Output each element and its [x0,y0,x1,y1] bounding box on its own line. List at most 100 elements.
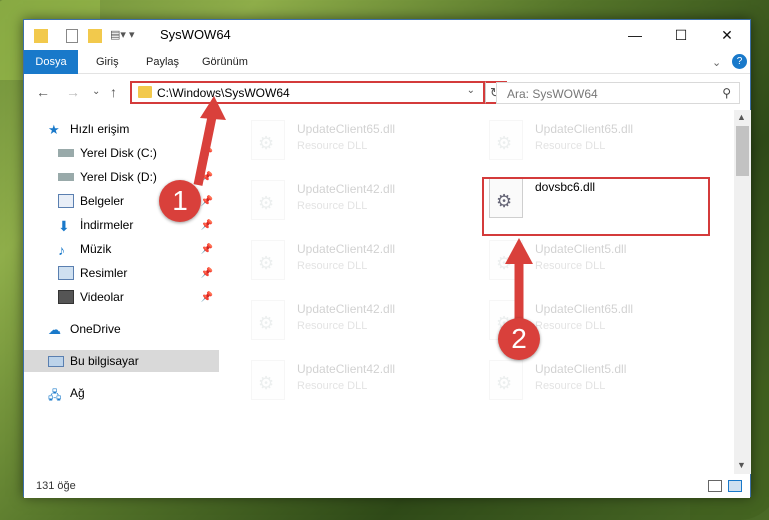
search-input[interactable]: Ara: SysWOW64 ⚲ [496,82,740,104]
scrollbar-thumb[interactable] [736,126,749,176]
nav-item-muzik[interactable]: ♪ Müzik 📌 [24,238,219,260]
title-bar: ▤▾ ▾ SysWOW64 — ☐ ✕ [24,20,750,50]
vertical-scrollbar[interactable]: ▲ ▼ [734,110,751,474]
tab-paylas[interactable]: Paylaş [146,53,179,71]
tab-dosya[interactable]: Dosya [24,50,78,74]
dll-file-icon: ⚙ [251,180,285,220]
dll-file-icon: ⚙ [489,240,523,280]
dll-file-icon: ⚙ [251,120,285,160]
nav-item-videolar[interactable]: Videolar 📌 [24,286,219,308]
file-name: UpdateClient5.dll [535,242,627,256]
ribbon: Dosya Giriş Paylaş Görünüm ⌄ ? [24,50,750,74]
videos-icon [58,290,74,304]
dll-file-icon: ⚙ [251,240,285,280]
minimize-button[interactable]: — [612,20,658,50]
window-title: SysWOW64 [160,27,231,42]
address-row: ← → ⌄ ↑ C:\Windows\SysWOW64 ⌄ ↻ Ara: Sys… [24,74,750,110]
nav-item-onedrive[interactable]: ☁ OneDrive [24,318,219,340]
tab-giris[interactable]: Giriş [96,53,119,71]
nav-item-label: Yerel Disk (C:) [80,146,157,160]
file-type: Resource DLL [535,320,606,332]
nav-item-label: OneDrive [70,322,121,336]
file-list: ⚙ UpdateClient65.dll Resource DLL ⚙ Upda… [229,110,734,474]
nav-item-label: Resimler [80,266,128,280]
disk-icon [58,149,74,157]
navigation-pane: ★ Hızlı erişim Yerel Disk (C:) 📌 Yerel D… [24,110,219,474]
customize-toolbar-icon[interactable]: ▤▾ ▾ [110,28,135,44]
star-icon: ★ [48,122,60,137]
properties-icon[interactable] [66,29,78,43]
pin-icon: 📌 [200,291,213,303]
nav-item-label: Yerel Disk (D:) [80,170,157,184]
back-icon[interactable]: ← [36,84,50,100]
recent-locations-icon[interactable]: ⌄ [92,86,100,97]
nav-item-bu-bilgisayar[interactable]: Bu bilgisayar [24,350,219,372]
maximize-button[interactable]: ☐ [658,20,704,50]
file-name: UpdateClient42.dll [297,242,396,256]
file-name: UpdateClient5.dll [535,362,627,376]
pin-icon: 📌 [200,267,213,279]
list-item[interactable]: ⚙ UpdateClient42.dll Resource DLL [241,236,461,286]
list-item[interactable]: ⚙ UpdateClient65.dll Resource DLL [479,116,699,166]
pin-icon: 📌 [200,243,213,255]
file-name: UpdateClient42.dll [297,362,396,376]
item-count: 131 öğe [36,480,76,492]
address-bar[interactable]: C:\Windows\SysWOW64 ⌄ [130,81,485,104]
expand-ribbon-icon[interactable]: ⌄ [712,53,721,72]
tab-gorunum[interactable]: Görünüm [202,53,248,71]
network-icon: 🖧 [48,388,62,402]
nav-item-yerel-disk-c[interactable]: Yerel Disk (C:) 📌 [24,142,219,164]
file-type: Resource DLL [297,380,368,392]
list-item[interactable]: ⚙ UpdateClient42.dll Resource DLL [241,296,461,346]
scroll-up-icon[interactable]: ▲ [737,112,746,122]
new-folder-icon[interactable] [88,29,102,43]
cloud-icon: ☁ [48,322,61,337]
file-name: UpdateClient42.dll [297,302,396,316]
list-item[interactable]: ⚙ UpdateClient42.dll Resource DLL [241,356,461,406]
file-type: Resource DLL [535,260,606,272]
nav-item-label: Belgeler [80,194,125,208]
pin-icon: 📌 [200,195,213,207]
scroll-down-icon[interactable]: ▼ [737,460,746,470]
up-icon[interactable]: ↑ [110,84,117,100]
explorer-window: ▤▾ ▾ SysWOW64 — ☐ ✕ Dosya Giriş Paylaş G… [23,19,751,498]
file-type: Resource DLL [297,320,368,332]
nav-item-label: Ağ [70,386,85,400]
file-type: Resource DLL [297,200,368,212]
computer-icon [48,355,64,367]
dll-file-icon: ⚙ [489,120,523,160]
nav-item-label: Videolar [80,290,124,304]
nav-item-label: Bu bilgisayar [70,354,139,368]
search-icon: ⚲ [722,86,731,100]
step-marker-1: 1 [159,180,201,222]
file-name: UpdateClient42.dll [297,182,396,196]
list-item[interactable]: ⚙ UpdateClient42.dll Resource DLL [241,176,461,226]
list-item[interactable]: ⚙ UpdateClient65.dll Resource DLL [241,116,461,166]
list-item[interactable]: ⚙ UpdateClient5.dll Resource DLL [479,236,699,286]
details-view-icon[interactable] [708,480,722,492]
large-icons-view-icon[interactable] [728,480,742,492]
file-name: UpdateClient65.dll [535,302,634,316]
dll-file-icon: ⚙ [251,300,285,340]
pictures-icon [58,266,74,280]
dll-file-icon: ⚙ [489,360,523,400]
forward-icon[interactable]: → [66,84,80,100]
file-name: UpdateClient65.dll [297,122,396,136]
disk-icon [58,173,74,181]
dll-file-icon: ⚙ [251,360,285,400]
nav-item-hizli-erisim[interactable]: ★ Hızlı erişim [24,118,219,140]
nav-item-resimler[interactable]: Resimler 📌 [24,262,219,284]
help-icon[interactable]: ? [732,54,747,69]
pin-icon: 📌 [200,147,213,159]
nav-item-ag[interactable]: 🖧 Ağ [24,382,219,404]
file-type: Resource DLL [297,140,368,152]
step-marker-2: 2 [498,318,540,360]
pin-icon: 📌 [200,219,213,231]
list-item[interactable]: ⚙ UpdateClient5.dll Resource DLL [479,356,699,406]
nav-item-label: Hızlı erişim [70,122,130,136]
close-button[interactable]: ✕ [704,20,750,50]
nav-item-label: Müzik [80,242,112,256]
folder-icon [34,29,48,43]
chevron-down-icon[interactable]: ⌄ [467,85,475,96]
pin-icon: 📌 [200,171,213,183]
